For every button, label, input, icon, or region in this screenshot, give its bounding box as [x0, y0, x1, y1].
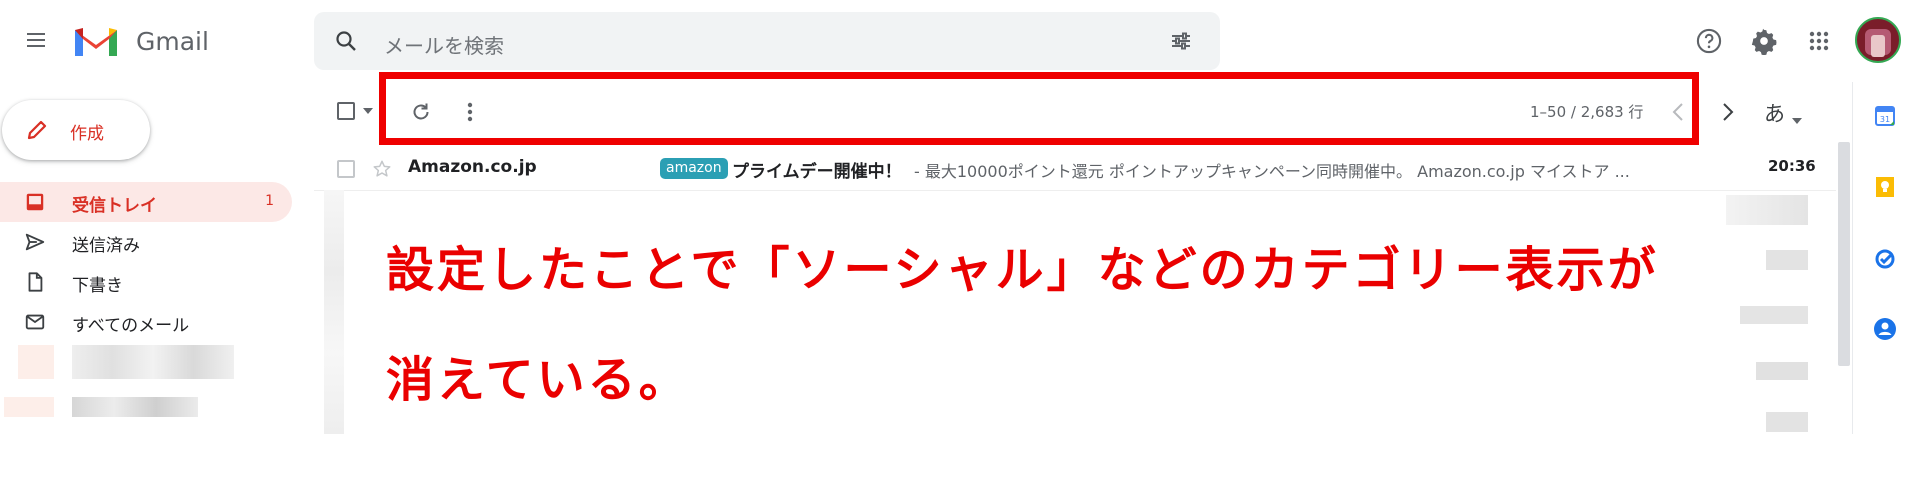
email-snippet: - 最大10000ポイント還元 ポイントアップキャンペーン同時開催中。 Amaz… — [914, 162, 1630, 181]
apps-grid-icon[interactable] — [1802, 24, 1836, 58]
account-avatar[interactable] — [1855, 17, 1901, 63]
svg-text:31: 31 — [1880, 115, 1890, 124]
search-icon[interactable] — [332, 27, 360, 55]
draft-icon — [24, 271, 46, 293]
star-icon[interactable] — [370, 157, 394, 181]
sidebar-item-drafts[interactable]: 下書き — [0, 262, 292, 302]
row-checkbox[interactable] — [335, 158, 357, 180]
blurred-label — [4, 397, 54, 417]
search-input[interactable]: メールを検索 — [384, 30, 504, 59]
chevron-right-icon[interactable] — [1714, 96, 1742, 128]
blurred-content — [1766, 250, 1808, 270]
side-panel-divider — [1852, 82, 1853, 434]
sidebar-item-label: すべてのメール — [72, 316, 190, 336]
inbox-icon — [24, 191, 46, 213]
keep-icon[interactable] — [1870, 172, 1900, 202]
blurred-label — [18, 345, 54, 379]
unread-count: 1 — [265, 193, 274, 209]
sidebar-item-inbox[interactable]: 受信トレイ 1 — [0, 182, 292, 222]
sidebar-item-label: 下書き — [72, 276, 123, 296]
main-menu-icon[interactable] — [18, 22, 54, 58]
sidebar-item-all-mail[interactable]: すべてのメール — [0, 302, 292, 342]
email-subject: プライムデー開催中！ — [732, 162, 902, 182]
blurred-content — [1740, 306, 1808, 324]
contacts-icon[interactable] — [1870, 314, 1900, 344]
select-all-checkbox[interactable] — [333, 98, 359, 124]
tasks-icon[interactable] — [1870, 244, 1900, 274]
sidebar-item-label: 受信トレイ — [72, 196, 157, 216]
blurred-label — [72, 345, 234, 379]
app-name: Gmail — [136, 27, 209, 56]
select-dropdown-icon[interactable] — [361, 104, 375, 118]
email-sender: Amazon.co.jp — [408, 157, 537, 177]
highlight-box — [379, 72, 1699, 145]
search-options-icon[interactable] — [1166, 27, 1196, 55]
mail-icon — [24, 311, 46, 333]
sidebar-item-label: 送信済み — [72, 236, 140, 256]
gmail-logo[interactable] — [72, 22, 120, 60]
compose-button[interactable]: 作成 — [2, 100, 150, 160]
calendar-icon[interactable]: 31 — [1870, 101, 1900, 131]
email-row[interactable]: Amazon.co.jp amazon プライムデー開催中！ - 最大10000… — [314, 145, 1836, 191]
sidebar-item-sent[interactable]: 送信済み — [0, 222, 292, 262]
annotation-text: 消えている。 — [386, 352, 690, 408]
email-time: 20:36 — [1768, 157, 1816, 175]
scrollbar[interactable] — [1838, 142, 1850, 366]
blurred-content — [1756, 362, 1808, 380]
send-icon — [24, 231, 46, 253]
pencil-icon — [24, 117, 50, 143]
search-bar[interactable]: メールを検索 — [314, 12, 1220, 70]
annotation-text: 設定したことで「ソーシャル」などのカテゴリー表示が — [386, 242, 1659, 298]
blurred-content — [1766, 412, 1808, 432]
blurred-content — [1726, 195, 1808, 225]
input-tools-button[interactable]: あ — [1762, 97, 1812, 127]
input-tools-label: あ — [1764, 102, 1785, 126]
sender-label-badge: amazon — [660, 158, 728, 179]
blurred-content — [324, 190, 344, 434]
settings-gear-icon[interactable] — [1747, 24, 1781, 58]
blurred-label — [72, 397, 198, 417]
compose-label: 作成 — [70, 124, 104, 144]
chevron-down-icon — [1792, 109, 1802, 128]
help-icon[interactable] — [1692, 24, 1726, 58]
